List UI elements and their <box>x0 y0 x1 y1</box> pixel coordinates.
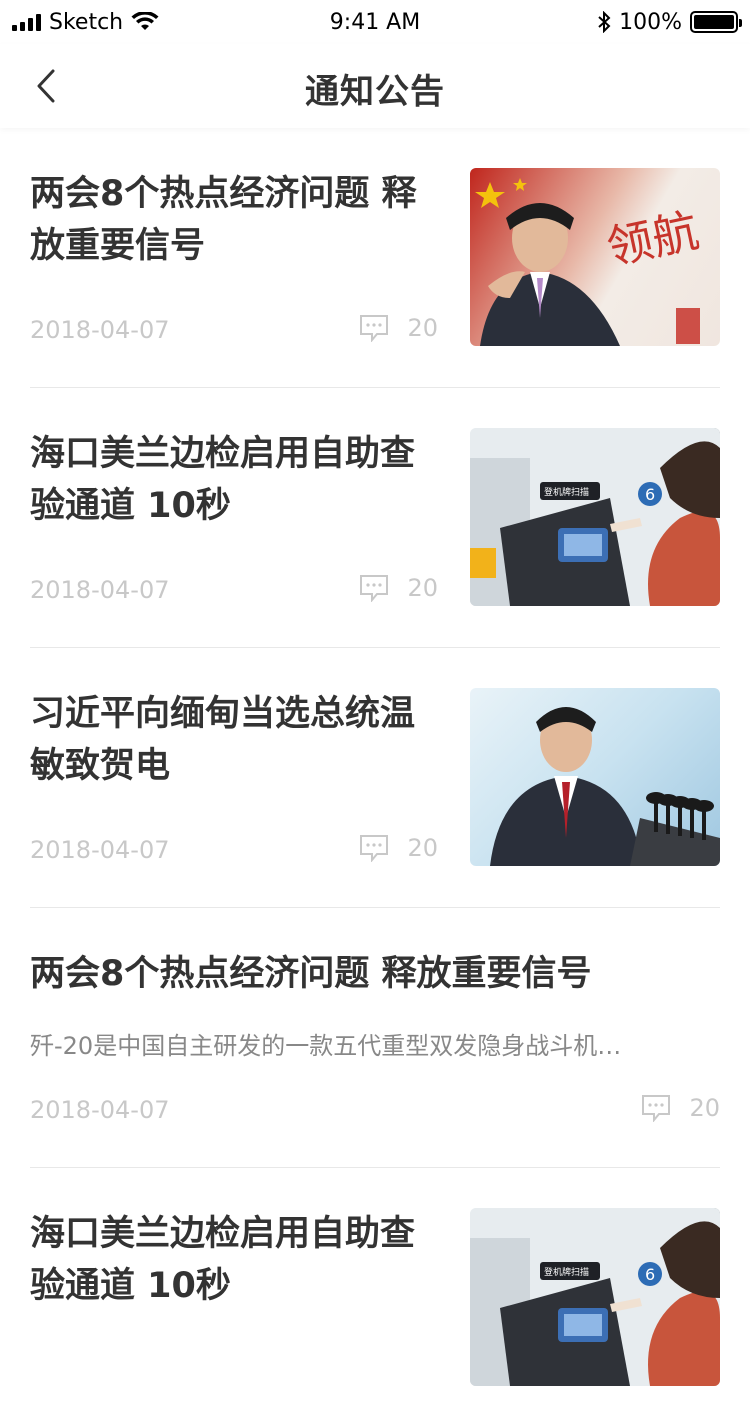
item-title: 习近平向缅甸当选总统温敏致贺电 <box>30 694 416 786</box>
comment-icon <box>642 1095 671 1122</box>
status-left: Sketch <box>12 10 159 35</box>
thumbnail-caption: 领航 <box>602 203 703 275</box>
comment-count-value: 20 <box>689 1094 720 1122</box>
item-title: 两会8个热点经济问题 释放重要信号 <box>30 954 592 994</box>
thumbnail-caption: 登机牌扫描 <box>544 486 589 498</box>
item-date: 2018-04-07 <box>30 836 170 864</box>
status-bar: Sketch 9:41 AM 100% <box>0 0 750 44</box>
thumbnail-image: 登机牌扫描 6 <box>470 1208 720 1386</box>
item-title: 两会8个热点经济问题 释放重要信号 <box>30 174 417 266</box>
carrier-label: Sketch <box>49 9 124 35</box>
page-title: 通知公告 <box>305 72 445 112</box>
status-right: 100% <box>597 9 742 35</box>
thumbnail-image <box>470 688 720 866</box>
thumbnail-image: 领航 <box>470 168 720 346</box>
thumbnail-caption: 登机牌扫描 <box>544 1266 589 1278</box>
battery-icon <box>690 11 742 33</box>
comment-count[interactable]: 20 <box>359 834 438 862</box>
comment-count[interactable]: 20 <box>641 1094 720 1122</box>
comment-icon <box>360 575 389 602</box>
list-item[interactable]: 海口美兰边检启用自助查验通道 10秒 2018-04-07 20 登机牌扫描 6 <box>30 388 720 648</box>
comment-count[interactable]: 20 <box>359 574 438 602</box>
comment-count-value: 20 <box>407 834 438 862</box>
battery-percent: 100% <box>619 9 682 35</box>
comment-count-value: 20 <box>407 314 438 342</box>
item-date: 2018-04-07 <box>30 1096 170 1124</box>
item-date: 2018-04-07 <box>30 316 170 344</box>
svg-text:6: 6 <box>645 1265 655 1284</box>
item-summary: 歼-20是中国自主研发的一款五代重型双发隐身战斗机… <box>30 1032 622 1060</box>
wifi-icon <box>131 12 159 30</box>
list-item[interactable]: 习近平向缅甸当选总统温敏致贺电 2018-04-07 20 <box>30 648 720 908</box>
comment-count[interactable]: 20 <box>359 314 438 342</box>
item-title: 海口美兰边检启用自助查验通道 10秒 <box>30 1214 416 1306</box>
comment-icon <box>360 315 389 342</box>
notice-list: 两会8个热点经济问题 释放重要信号 2018-04-07 20 领航 海口美兰边… <box>30 128 720 1428</box>
signal-icon <box>12 13 41 31</box>
nav-bar: 通知公告 <box>0 44 750 128</box>
item-title: 海口美兰边检启用自助查验通道 10秒 <box>30 434 416 526</box>
list-item[interactable]: 两会8个热点经济问题 释放重要信号 歼-20是中国自主研发的一款五代重型双发隐身… <box>30 908 720 1168</box>
list-item[interactable]: 海口美兰边检启用自助查验通道 10秒 登机牌扫描 6 <box>30 1168 720 1428</box>
comment-count-value: 20 <box>407 574 438 602</box>
comment-icon <box>360 835 389 862</box>
bluetooth-icon <box>598 11 611 33</box>
list-item[interactable]: 两会8个热点经济问题 释放重要信号 2018-04-07 20 领航 <box>30 128 720 388</box>
svg-text:6: 6 <box>645 485 655 504</box>
thumbnail-image: 登机牌扫描 6 <box>470 428 720 606</box>
item-date: 2018-04-07 <box>30 576 170 604</box>
